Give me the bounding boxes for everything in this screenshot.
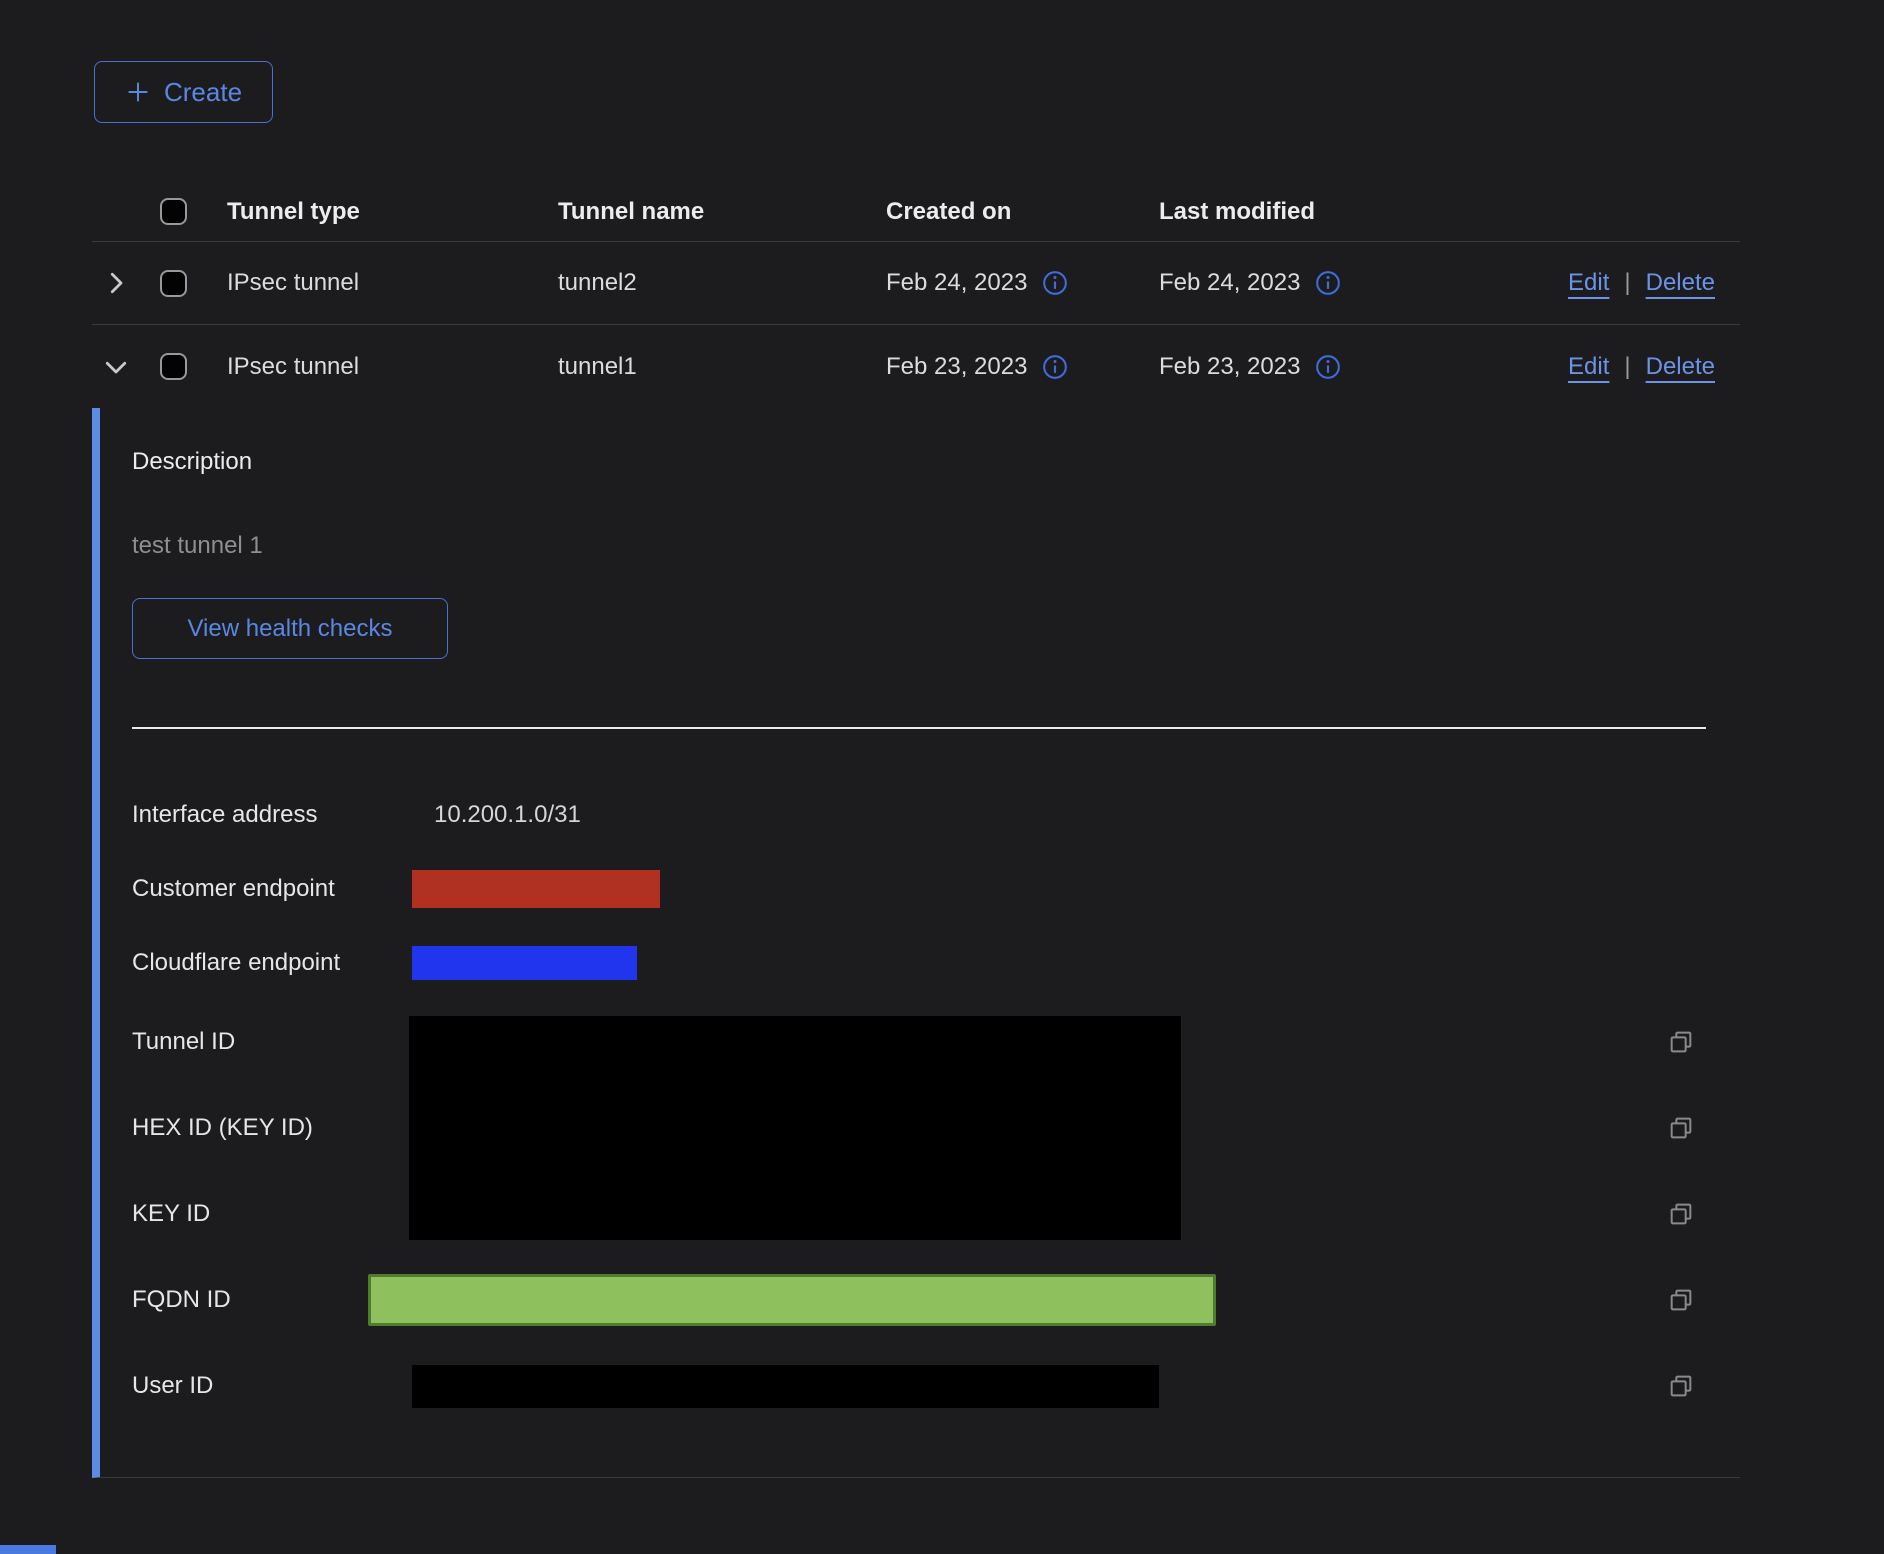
user-id-redacted-value bbox=[412, 1365, 1159, 1408]
created-on-cell: Feb 23, 2023 bbox=[886, 353, 1027, 381]
row-checkbox[interactable] bbox=[160, 270, 187, 297]
create-button[interactable]: Create bbox=[94, 61, 273, 123]
tunnels-table: Tunnel type Tunnel name Created on Last … bbox=[92, 182, 1740, 1478]
cloudflare-endpoint-redacted-value bbox=[412, 946, 637, 980]
edit-link[interactable]: Edit bbox=[1568, 353, 1609, 381]
fqdn-id-row: FQDN ID bbox=[132, 1257, 1740, 1343]
info-icon[interactable] bbox=[1315, 270, 1341, 296]
action-separator: | bbox=[1624, 269, 1630, 297]
tunnel-fields: Interface address 10.200.1.0/31 Customer… bbox=[132, 791, 1740, 1429]
created-on-cell: Feb 24, 2023 bbox=[886, 269, 1027, 297]
copy-icon bbox=[1667, 1114, 1695, 1142]
info-icon[interactable] bbox=[1042, 354, 1068, 380]
tunnels-page: Create Tunnel type Tunnel name Created o… bbox=[0, 0, 1884, 1554]
customer-endpoint-redacted-value bbox=[412, 870, 660, 908]
copy-icon bbox=[1667, 1200, 1695, 1228]
fqdn-id-redacted-value bbox=[368, 1274, 1216, 1326]
column-header-last-modified: Last modified bbox=[1138, 198, 1440, 226]
copy-button[interactable] bbox=[1667, 1286, 1695, 1314]
tunnel-detail-panel: Description test tunnel 1 View health ch… bbox=[92, 408, 1740, 1478]
key-id-row: KEY ID bbox=[132, 1171, 1740, 1257]
tunnel-type-cell: IPsec tunnel bbox=[206, 353, 537, 381]
cloudflare-endpoint-row: Cloudflare endpoint bbox=[132, 939, 1740, 987]
copy-button[interactable] bbox=[1667, 1114, 1695, 1142]
description-value: test tunnel 1 bbox=[132, 532, 1740, 560]
tunnel-id-row: Tunnel ID bbox=[132, 999, 1740, 1085]
customer-endpoint-row: Customer endpoint bbox=[132, 865, 1740, 913]
select-all-checkbox[interactable] bbox=[160, 198, 187, 225]
last-modified-cell: Feb 24, 2023 bbox=[1159, 269, 1300, 297]
table-row: IPsec tunnel tunnel1 Feb 23, 2023 Feb 23… bbox=[92, 325, 1740, 408]
customer-endpoint-label: Customer endpoint bbox=[132, 875, 412, 903]
column-header-tunnel-name: Tunnel name bbox=[537, 198, 865, 226]
copy-button[interactable] bbox=[1667, 1372, 1695, 1400]
copy-button[interactable] bbox=[1667, 1028, 1695, 1056]
hex-id-label: HEX ID (KEY ID) bbox=[132, 1114, 412, 1142]
create-button-label: Create bbox=[164, 77, 242, 108]
delete-link[interactable]: Delete bbox=[1646, 269, 1715, 297]
user-id-label: User ID bbox=[132, 1372, 412, 1400]
key-id-label: KEY ID bbox=[132, 1200, 412, 1228]
info-icon[interactable] bbox=[1315, 354, 1341, 380]
delete-link[interactable]: Delete bbox=[1646, 353, 1715, 381]
column-header-created-on: Created on bbox=[865, 198, 1138, 226]
chevron-right-icon bbox=[101, 268, 131, 298]
copy-icon bbox=[1667, 1286, 1695, 1314]
description-label: Description bbox=[132, 408, 1740, 476]
copy-icon bbox=[1667, 1028, 1695, 1056]
tunnel-name-cell: tunnel1 bbox=[537, 353, 865, 381]
last-modified-cell: Feb 23, 2023 bbox=[1159, 353, 1300, 381]
action-separator: | bbox=[1624, 353, 1630, 381]
interface-address-label: Interface address bbox=[132, 801, 412, 829]
interface-address-row: Interface address 10.200.1.0/31 bbox=[132, 791, 1740, 839]
collapse-row-button[interactable] bbox=[92, 352, 140, 382]
view-health-checks-button[interactable]: View health checks bbox=[132, 598, 448, 659]
user-id-row: User ID bbox=[132, 1343, 1740, 1429]
section-divider bbox=[132, 727, 1706, 729]
id-fields-group: Tunnel ID HEX ID (KEY ID) KEY ID bbox=[132, 999, 1740, 1257]
row-checkbox[interactable] bbox=[160, 353, 187, 380]
tunnel-name-cell: tunnel2 bbox=[537, 269, 865, 297]
edit-link[interactable]: Edit bbox=[1568, 269, 1609, 297]
copy-button[interactable] bbox=[1667, 1200, 1695, 1228]
tunnel-id-label: Tunnel ID bbox=[132, 1028, 412, 1056]
info-icon[interactable] bbox=[1042, 270, 1068, 296]
bottom-left-accent bbox=[0, 1545, 56, 1554]
hex-id-row: HEX ID (KEY ID) bbox=[132, 1085, 1740, 1171]
column-header-tunnel-type: Tunnel type bbox=[206, 198, 537, 226]
cloudflare-endpoint-label: Cloudflare endpoint bbox=[132, 949, 412, 977]
copy-icon bbox=[1667, 1372, 1695, 1400]
table-header: Tunnel type Tunnel name Created on Last … bbox=[92, 182, 1740, 242]
tunnel-type-cell: IPsec tunnel bbox=[206, 269, 537, 297]
interface-address-value: 10.200.1.0/31 bbox=[412, 801, 581, 829]
expand-row-button[interactable] bbox=[92, 268, 140, 298]
plus-icon bbox=[125, 79, 151, 105]
chevron-down-icon bbox=[101, 352, 131, 382]
table-row: IPsec tunnel tunnel2 Feb 24, 2023 Feb 24… bbox=[92, 242, 1740, 325]
